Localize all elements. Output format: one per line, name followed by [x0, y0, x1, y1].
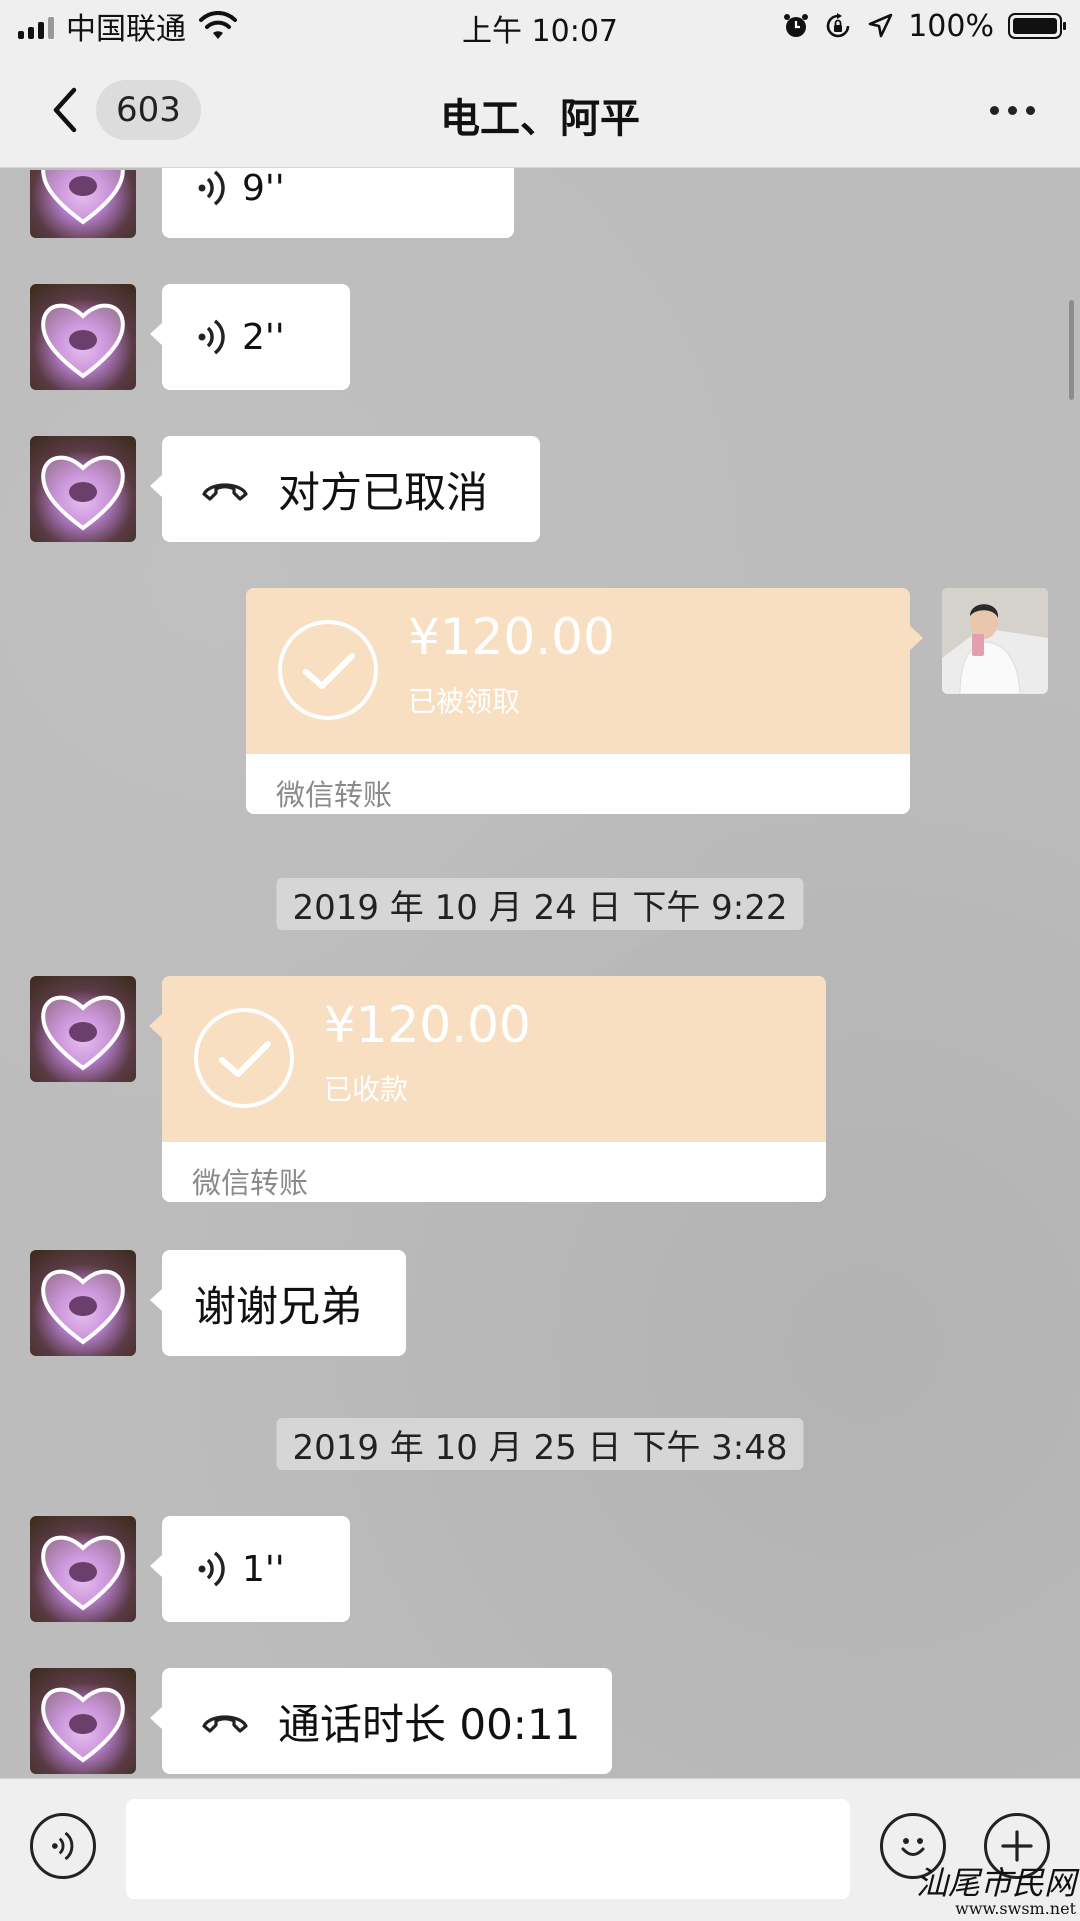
heart-crystal-icon: [41, 1687, 125, 1763]
contact-avatar[interactable]: [30, 1668, 136, 1774]
status-right: 100%: [782, 8, 1066, 44]
transfer-label: 微信转账: [192, 1166, 309, 1200]
voice-wave-icon: [52, 1831, 74, 1861]
phone-hangup-icon: [202, 1715, 248, 1733]
transfer-label: 微信转账: [276, 778, 393, 812]
transfer-amount: ¥120.00: [324, 996, 531, 1054]
voice-message[interactable]: 2'': [150, 284, 350, 390]
bubble-tail: [149, 1014, 162, 1038]
call-message[interactable]: 通话时长 00:11: [150, 1668, 612, 1774]
message-timestamp: 2019 年 10 月 24 日 下午 9:22: [276, 878, 804, 930]
watermark-url: www.swsm.net: [955, 1899, 1076, 1918]
transfer-amount: ¥120.00: [408, 608, 615, 666]
phone-hangup-icon: [202, 483, 248, 501]
battery-percent: 100%: [908, 8, 994, 44]
heart-crystal-icon: [41, 1535, 125, 1611]
bubble-tail: [910, 626, 923, 650]
voice-message[interactable]: 1'': [150, 1516, 350, 1622]
location-icon: [868, 13, 893, 38]
message-input[interactable]: [126, 1799, 850, 1899]
contact-avatar[interactable]: [30, 976, 136, 1082]
call-status-text: 通话时长 00:11: [278, 1699, 581, 1749]
battery-icon: [1008, 13, 1066, 39]
watermark-title: 汕尾市民网: [916, 1864, 1077, 1902]
scroll-indicator[interactable]: [1069, 300, 1074, 400]
call-message[interactable]: 对方已取消: [150, 436, 540, 542]
message-timestamp: 2019 年 10 月 25 日 下午 3:48: [276, 1418, 804, 1470]
more-dots-icon[interactable]: [982, 92, 1042, 128]
text-message[interactable]: 谢谢兄弟: [150, 1250, 406, 1356]
checkmark-circle-icon: [278, 620, 378, 720]
nav-bar: 603 电工、阿平: [0, 52, 1080, 168]
voice-wave-icon: [198, 1551, 225, 1587]
voice-input-icon[interactable]: [30, 1813, 96, 1879]
orientation-lock-icon: [826, 13, 850, 38]
heart-crystal-icon: [41, 303, 125, 379]
status-bar: 中国联通 上午 10:07 100%: [0, 0, 1080, 52]
contact-avatar[interactable]: [30, 1516, 136, 1622]
self-avatar[interactable]: [942, 588, 1048, 694]
chat-title: 电工、阿平: [440, 96, 640, 142]
call-status-text: 对方已取消: [278, 467, 489, 517]
voice-wave-icon: [198, 319, 225, 355]
alarm-icon: [784, 14, 809, 37]
message-text: 谢谢兄弟: [194, 1281, 363, 1331]
voice-wave-icon: [198, 170, 225, 206]
transfer-card[interactable]: ¥120.00 已被领取 微信转账: [246, 588, 910, 814]
voice-duration: 9'': [242, 167, 285, 209]
contact-avatar[interactable]: [30, 1250, 136, 1356]
transfer-status: 已收款: [324, 1073, 409, 1106]
voice-duration: 2'': [242, 316, 285, 358]
transfer-card[interactable]: ¥120.00 已收款 微信转账: [162, 976, 826, 1202]
person-photo-icon: [942, 588, 1048, 694]
heart-crystal-icon: [41, 455, 125, 531]
heart-crystal-icon: [41, 995, 125, 1071]
heart-crystal-icon: [41, 1269, 125, 1345]
site-watermark: 汕尾市民网 www.swsm.net: [916, 1852, 1076, 1918]
checkmark-circle-icon: [194, 1008, 294, 1108]
transfer-status: 已被领取: [408, 685, 521, 718]
voice-duration: 1'': [242, 1548, 285, 1590]
contact-avatar[interactable]: [30, 436, 136, 542]
contact-avatar[interactable]: [30, 284, 136, 390]
